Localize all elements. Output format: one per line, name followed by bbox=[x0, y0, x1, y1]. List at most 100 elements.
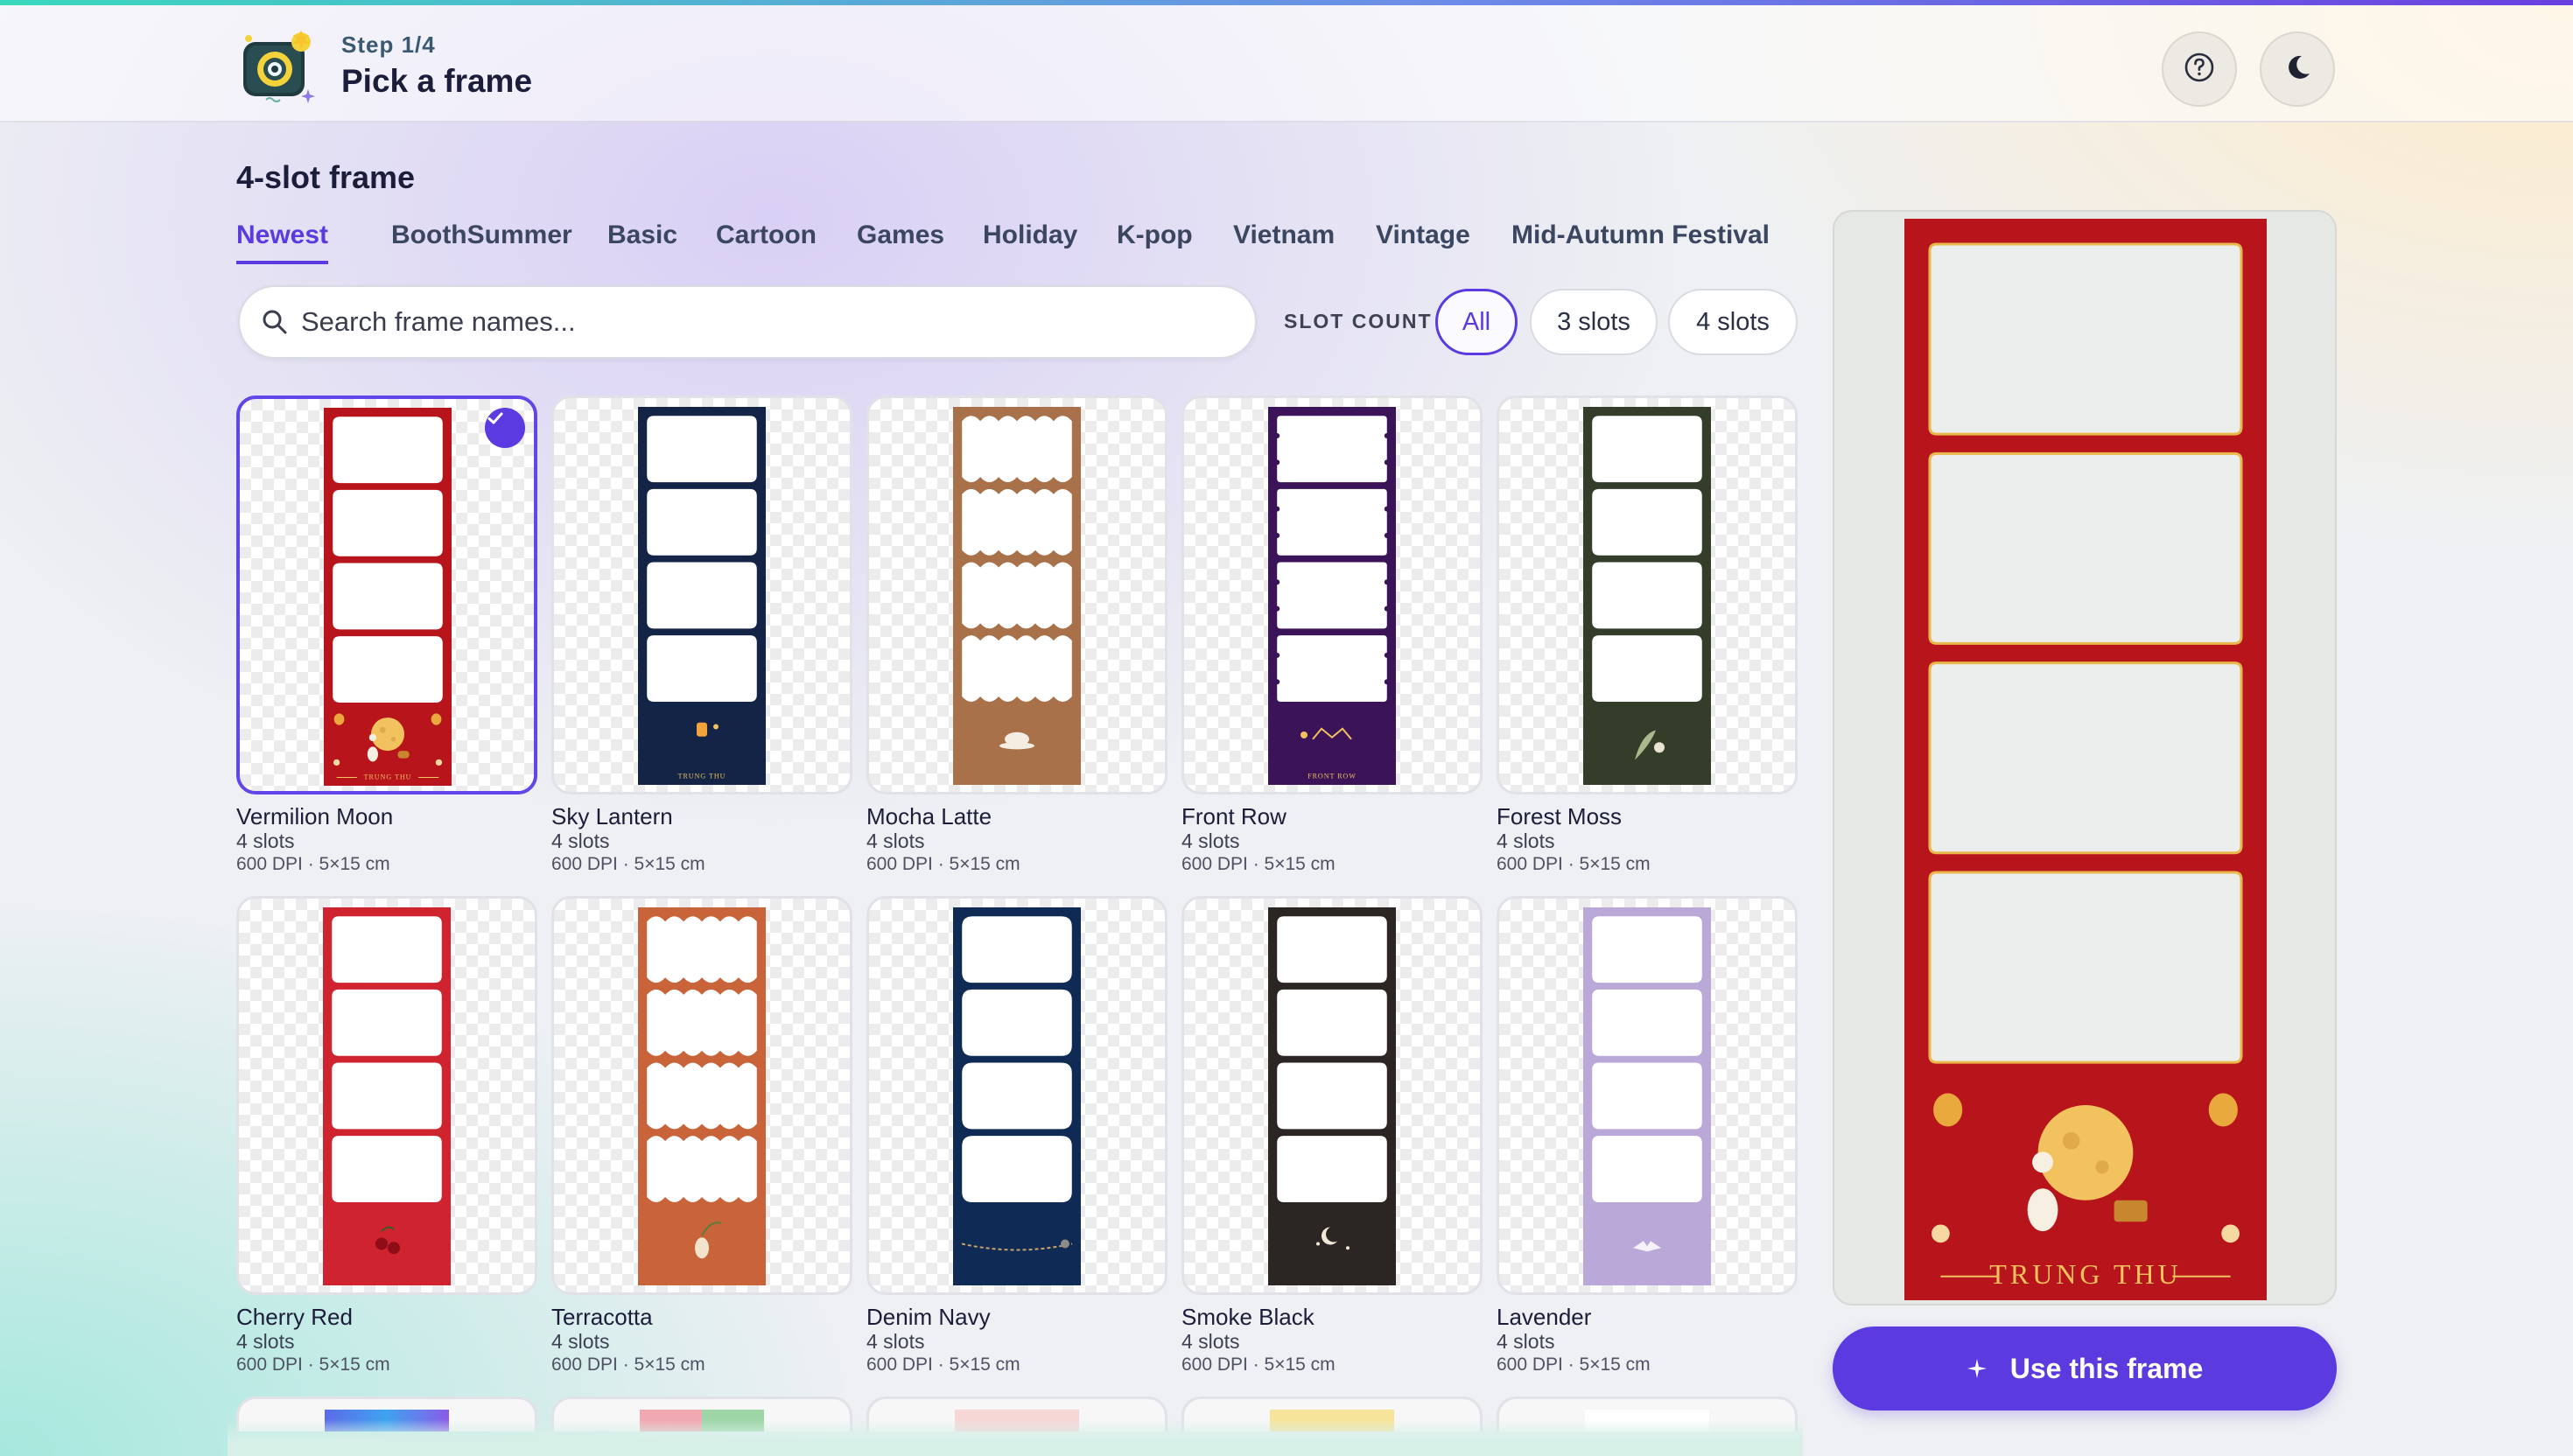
slot-filter-3[interactable]: 3 slots bbox=[1530, 289, 1658, 355]
photo-slot bbox=[1928, 452, 2243, 645]
tab-boothsummer[interactable]: BoothSummer bbox=[391, 220, 572, 261]
frame-caption: TRUNG THU bbox=[364, 773, 412, 780]
photo-slot bbox=[1277, 1062, 1387, 1130]
frame-card[interactable] bbox=[1181, 896, 1483, 1295]
app-logo bbox=[240, 30, 315, 105]
frame-slot-count: 4 slots bbox=[866, 1330, 925, 1353]
photo-slot bbox=[962, 416, 1072, 483]
frame-meta: 600 DPI · 5×15 cm bbox=[236, 854, 390, 874]
frame-caption: FRONT ROW bbox=[1308, 772, 1357, 780]
photo-slot bbox=[1928, 242, 2243, 436]
frame-thumbnail: TRUNG THU bbox=[638, 407, 766, 785]
tab-vietnam[interactable]: Vietnam bbox=[1233, 220, 1335, 261]
frame-thumbnail: FRONT ROW bbox=[1268, 407, 1396, 785]
photo-slot bbox=[962, 488, 1072, 556]
photo-slot bbox=[333, 416, 443, 484]
frame-thumbnail bbox=[1268, 907, 1396, 1285]
frame-name: Front Row bbox=[1181, 803, 1286, 830]
frame-card[interactable]: TRUNG THU bbox=[236, 396, 537, 794]
photo-slot bbox=[333, 563, 443, 630]
photo-slot bbox=[1928, 662, 2243, 855]
frame-meta: 600 DPI · 5×15 cm bbox=[551, 1354, 705, 1375]
ticket-notch bbox=[1384, 652, 1390, 658]
photo-slot bbox=[333, 489, 443, 556]
frame-slot-count: 4 slots bbox=[866, 830, 925, 852]
photo-slot bbox=[1592, 1136, 1702, 1202]
frame-name: Forest Moss bbox=[1497, 803, 1623, 830]
slot-count-label: SLOT COUNT bbox=[1284, 310, 1433, 332]
tab-mid-autumn-festival[interactable]: Mid-Autumn Festival bbox=[1511, 220, 1770, 261]
photo-slot bbox=[1277, 916, 1387, 984]
header: Step 1/4 Pick a frame bbox=[0, 5, 2573, 122]
frame-slot-count: 4 slots bbox=[1497, 1330, 1555, 1353]
slot-filter-all[interactable]: All bbox=[1435, 289, 1518, 355]
theme-toggle-button[interactable] bbox=[2260, 32, 2335, 107]
photo-slot bbox=[333, 636, 443, 703]
frame-name: Smoke Black bbox=[1181, 1304, 1315, 1330]
help-button[interactable] bbox=[2162, 32, 2237, 107]
frame-name: Cherry Red bbox=[236, 1304, 353, 1330]
photo-slot bbox=[647, 416, 757, 483]
photo-slot bbox=[647, 488, 757, 556]
frame-card[interactable] bbox=[1497, 896, 1798, 1295]
photo-slot bbox=[1277, 416, 1387, 483]
slot-filter-4[interactable]: 4 slots bbox=[1668, 289, 1798, 355]
photo-slot bbox=[1592, 1062, 1702, 1130]
photo-slot bbox=[647, 1136, 757, 1202]
tab-basic[interactable]: Basic bbox=[607, 220, 677, 261]
frame-thumbnail: TRUNG THU bbox=[324, 408, 452, 786]
frame-slot-count: 4 slots bbox=[236, 830, 295, 852]
frame-preview: TRUNG THU bbox=[1904, 219, 2267, 1305]
frame-name: Vermilion Moon bbox=[236, 803, 394, 830]
tab-vintage[interactable]: Vintage bbox=[1376, 220, 1470, 261]
photo-slot bbox=[332, 1062, 442, 1130]
frame-meta: 600 DPI · 5×15 cm bbox=[866, 1354, 1020, 1375]
frame-card[interactable] bbox=[866, 896, 1167, 1295]
use-frame-button[interactable]: Use this frame bbox=[1833, 1326, 2337, 1410]
photo-slot bbox=[647, 1062, 757, 1130]
frame-card[interactable] bbox=[236, 896, 537, 1295]
scroll-fade bbox=[228, 1419, 1803, 1456]
frame-card[interactable] bbox=[1497, 396, 1798, 794]
frame-meta: 600 DPI · 5×15 cm bbox=[1181, 1354, 1336, 1375]
photo-slot bbox=[962, 635, 1072, 702]
frame-card[interactable]: FRONT ROW bbox=[1181, 396, 1483, 794]
frame-meta: 600 DPI · 5×15 cm bbox=[1181, 854, 1336, 874]
frame-card[interactable] bbox=[551, 896, 852, 1295]
photo-slot bbox=[1592, 488, 1702, 556]
tab-holiday[interactable]: Holiday bbox=[983, 220, 1077, 261]
frame-meta: 600 DPI · 5×15 cm bbox=[866, 854, 1020, 874]
tab-cartoon[interactable]: Cartoon bbox=[716, 220, 817, 261]
ticket-notch bbox=[1384, 432, 1390, 438]
frame-thumbnail bbox=[323, 907, 451, 1285]
photo-slot bbox=[1277, 635, 1387, 702]
frame-slot-count: 4 slots bbox=[1181, 1330, 1240, 1353]
frame-meta: 600 DPI · 5×15 cm bbox=[551, 854, 705, 874]
photo-slot bbox=[1277, 1136, 1387, 1202]
frame-slot-count: 4 slots bbox=[1181, 830, 1240, 852]
search-input[interactable] bbox=[301, 303, 1229, 341]
photo-slot bbox=[1928, 871, 2243, 1064]
photo-slot bbox=[962, 1062, 1072, 1130]
photo-slot bbox=[647, 989, 757, 1056]
photo-slot bbox=[962, 916, 1072, 984]
use-frame-label: Use this frame bbox=[2009, 1352, 2204, 1384]
frame-card[interactable]: TRUNG THU bbox=[551, 396, 852, 794]
photo-slot bbox=[647, 635, 757, 702]
photo-slot bbox=[962, 562, 1072, 629]
ticket-notch bbox=[1384, 532, 1390, 538]
photo-slot bbox=[647, 916, 757, 984]
section-title: 4-slot frame bbox=[236, 159, 416, 195]
ticket-notch bbox=[1274, 459, 1280, 466]
tab-newest[interactable]: Newest bbox=[236, 220, 329, 264]
sparkle-icon bbox=[1967, 1358, 1988, 1379]
frame-card[interactable] bbox=[866, 396, 1167, 794]
selected-check-icon bbox=[485, 408, 525, 448]
tab-kpop[interactable]: K-pop bbox=[1117, 220, 1193, 261]
photo-slot bbox=[1277, 989, 1387, 1056]
tab-games[interactable]: Games bbox=[857, 220, 944, 261]
ticket-notch bbox=[1274, 606, 1280, 612]
frame-meta: 600 DPI · 5×15 cm bbox=[1497, 1354, 1651, 1375]
frame-slot-count: 4 slots bbox=[1497, 830, 1555, 852]
ticket-notch bbox=[1274, 506, 1280, 512]
